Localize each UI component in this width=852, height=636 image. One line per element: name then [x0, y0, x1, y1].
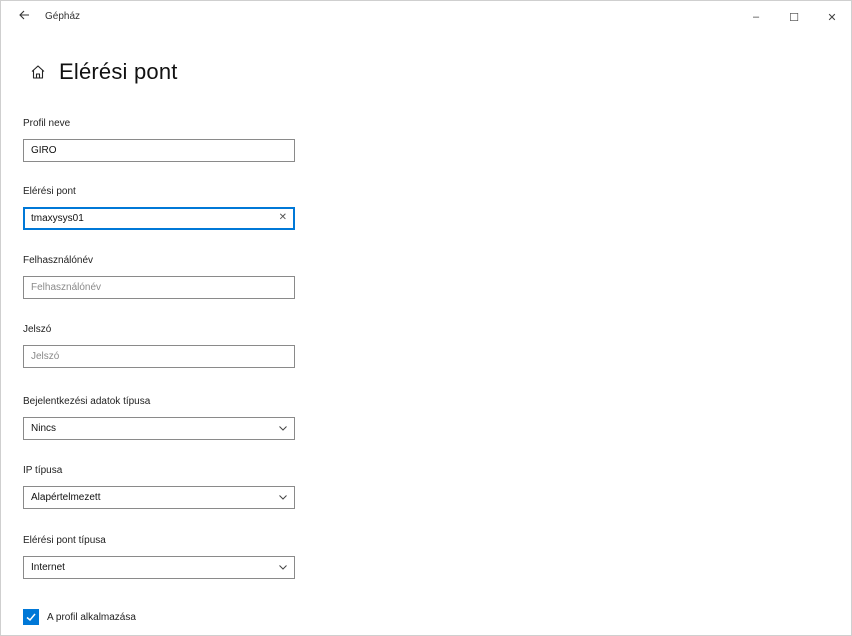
- username-input[interactable]: [31, 282, 287, 293]
- username-label: Felhasználónév: [23, 255, 94, 266]
- ip-type-select[interactable]: Alapértelmezett: [23, 486, 295, 509]
- chevron-down-icon: [278, 492, 288, 502]
- chevron-down-icon: [278, 423, 288, 433]
- profile-name-input[interactable]: [31, 145, 287, 156]
- maximize-button[interactable]: ☐: [775, 1, 813, 33]
- window-title: Gépház: [45, 11, 81, 22]
- back-arrow-icon[interactable]: [15, 9, 33, 25]
- settings-window: Gépház – ☐ ✕ Elérési pont Profil neve El…: [0, 0, 852, 636]
- ap-type-value: Internet: [31, 562, 65, 573]
- checkmark-icon: [26, 613, 36, 622]
- apply-profile-checkbox[interactable]: [23, 609, 39, 625]
- ip-type-field: IP típusa Alapértelmezett: [23, 464, 295, 509]
- password-box: [23, 345, 295, 368]
- page-header: Elérési pont: [29, 59, 178, 85]
- home-icon: [29, 63, 47, 81]
- password-field: Jelszó: [23, 323, 295, 368]
- apply-profile-label: A profil alkalmazása: [47, 611, 136, 623]
- profile-name-field: Profil neve: [23, 117, 295, 162]
- apply-profile-row: A profil alkalmazása: [23, 609, 136, 625]
- profile-name-label: Profil neve: [23, 118, 71, 129]
- password-input[interactable]: [31, 351, 287, 362]
- auth-type-label: Bejelentkezési adatok típusa: [23, 396, 151, 407]
- auth-type-value: Nincs: [31, 423, 57, 434]
- profile-name-box: [23, 139, 295, 162]
- ap-type-field: Elérési pont típusa Internet: [23, 534, 295, 579]
- minimize-button[interactable]: –: [737, 1, 775, 33]
- access-point-label: Elérési pont: [23, 186, 76, 197]
- ip-type-label: IP típusa: [23, 465, 63, 476]
- access-point-input[interactable]: [31, 213, 287, 224]
- password-label: Jelszó: [23, 324, 52, 335]
- access-point-box: ✕: [23, 207, 295, 230]
- ap-type-label: Elérési pont típusa: [23, 535, 106, 546]
- title-bar: Gépház – ☐ ✕: [1, 1, 851, 33]
- page-title: Elérési pont: [59, 59, 178, 84]
- ap-type-select[interactable]: Internet: [23, 556, 295, 579]
- auth-type-field: Bejelentkezési adatok típusa Nincs: [23, 395, 295, 440]
- chevron-down-icon: [278, 562, 288, 572]
- username-field: Felhasználónév: [23, 254, 295, 299]
- window-controls: – ☐ ✕: [737, 1, 851, 33]
- clear-icon[interactable]: ✕: [279, 212, 287, 223]
- access-point-field: Elérési pont ✕: [23, 185, 295, 230]
- auth-type-select[interactable]: Nincs: [23, 417, 295, 440]
- username-box: [23, 276, 295, 299]
- close-button[interactable]: ✕: [813, 1, 851, 33]
- ip-type-value: Alapértelmezett: [31, 492, 101, 503]
